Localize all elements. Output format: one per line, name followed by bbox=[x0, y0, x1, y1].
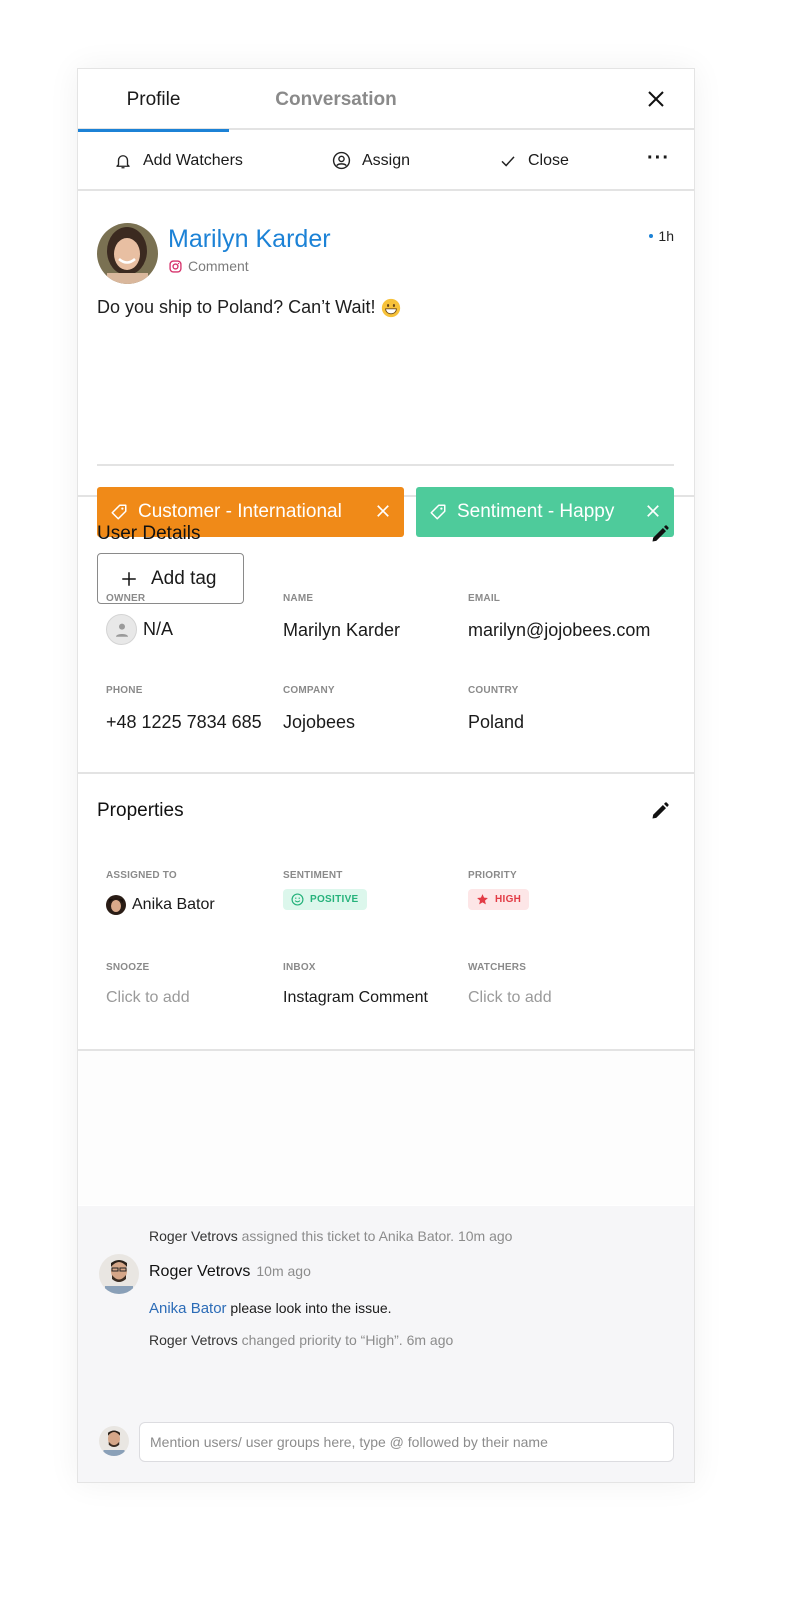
post-message: Do you ship to Poland? Can’t Wait! bbox=[97, 297, 401, 318]
field-label: PHONE bbox=[106, 685, 143, 696]
bell-icon bbox=[116, 154, 130, 168]
post-source: Comment bbox=[169, 258, 249, 274]
assignee-name: Anika Bator bbox=[132, 896, 215, 913]
priority-value[interactable]: HIGH bbox=[468, 889, 530, 910]
field-label: WATCHERS bbox=[468, 962, 527, 973]
smiley-icon bbox=[291, 893, 304, 906]
assigned-to-value[interactable]: Anika Bator bbox=[106, 895, 215, 915]
field-phone: PHONE +48 1225 7834 685 bbox=[106, 685, 262, 733]
watchers-value[interactable]: Click to add bbox=[468, 989, 552, 1007]
owner-value: N/A bbox=[143, 619, 174, 639]
field-owner: OWNER N/A bbox=[106, 593, 173, 645]
field-label: OWNER bbox=[106, 593, 146, 604]
field-priority: PRIORITY HIGH bbox=[468, 870, 530, 910]
field-inbox: INBOX Instagram Comment bbox=[283, 962, 428, 1007]
field-snooze: SNOOZE Click to add bbox=[106, 962, 190, 1007]
grinning-face-icon bbox=[382, 298, 401, 317]
field-name: NAME Marilyn Karder bbox=[283, 593, 400, 641]
tab-conversation[interactable]: Conversation bbox=[246, 69, 426, 130]
field-label: COMPANY bbox=[283, 685, 335, 696]
event-actor: Roger Vetrovs bbox=[149, 1228, 238, 1244]
assignee-avatar bbox=[106, 895, 126, 915]
person-icon bbox=[115, 623, 128, 637]
field-label: COUNTRY bbox=[468, 685, 519, 696]
user-circle-icon bbox=[332, 151, 351, 170]
field-label: SENTIMENT bbox=[283, 870, 343, 881]
mention-link[interactable]: Anika Bator bbox=[149, 1300, 227, 1317]
post-source-label: Comment bbox=[188, 258, 249, 274]
empty-space bbox=[78, 1051, 694, 1205]
pencil-icon[interactable] bbox=[650, 801, 670, 821]
more-options-button[interactable]: ··· bbox=[647, 128, 670, 189]
sentiment-value[interactable]: POSITIVE bbox=[283, 889, 367, 910]
star-icon bbox=[477, 894, 488, 905]
field-email: EMAIL marilyn@jojobees.com bbox=[468, 593, 650, 641]
unread-dot bbox=[649, 234, 654, 238]
inbox-value[interactable]: Instagram Comment bbox=[283, 989, 428, 1007]
priority-text: HIGH bbox=[495, 894, 522, 905]
event-text: changed priority to “High”. 6m ago bbox=[237, 1332, 454, 1348]
pencil-icon[interactable] bbox=[650, 524, 670, 544]
field-label: ASSIGNED TO bbox=[106, 870, 177, 881]
post-time: 1h bbox=[649, 228, 674, 244]
tab-bar: Profile Conversation bbox=[78, 69, 694, 132]
properties-section: Properties ASSIGNED TO Anika Bator SENTI… bbox=[78, 774, 694, 1051]
comment-time: 10m ago bbox=[256, 1263, 311, 1279]
comment-body: Anika Bator please look into the issue. bbox=[149, 1300, 392, 1317]
field-company: COMPANY Jojobees bbox=[283, 685, 355, 733]
phone-value[interactable]: +48 1225 7834 685 bbox=[106, 712, 262, 733]
field-sentiment: SENTIMENT POSITIVE bbox=[283, 870, 367, 910]
field-assigned-to: ASSIGNED TO Anika Bator bbox=[106, 870, 215, 915]
instagram-icon bbox=[169, 259, 182, 273]
field-country: COUNTRY Poland bbox=[468, 685, 524, 733]
owner-avatar-placeholder bbox=[106, 614, 137, 645]
customer-avatar bbox=[97, 223, 158, 284]
activity-event: Roger Vetrovs assigned this ticket to An… bbox=[149, 1228, 512, 1244]
post-time-label: 1h bbox=[658, 228, 674, 244]
priority-badge: HIGH bbox=[468, 889, 530, 910]
current-user-avatar bbox=[99, 1426, 129, 1456]
action-toolbar: Add Watchers Assign Close ··· bbox=[78, 130, 694, 191]
field-value[interactable]: N/A bbox=[106, 614, 173, 645]
customer-name[interactable]: Marilyn Karder bbox=[168, 225, 331, 254]
activity-event: Roger Vetrovs changed priority to “High”… bbox=[149, 1332, 453, 1348]
activity-feed: Roger Vetrovs assigned this ticket to An… bbox=[78, 1206, 694, 1482]
snooze-value[interactable]: Click to add bbox=[106, 989, 190, 1007]
tab-profile[interactable]: Profile bbox=[78, 69, 229, 132]
sentiment-text: POSITIVE bbox=[310, 894, 359, 905]
field-label: SNOOZE bbox=[106, 962, 150, 973]
post-divider bbox=[97, 464, 674, 466]
commenter-avatar bbox=[99, 1254, 139, 1294]
assign-label: Assign bbox=[362, 151, 411, 169]
field-label: NAME bbox=[283, 593, 314, 604]
post-section: Marilyn Karder Comment 1h Do you ship to… bbox=[78, 191, 694, 604]
section-title: Properties bbox=[97, 800, 184, 821]
ticket-profile-panel: Profile Conversation Add Watchers Assign… bbox=[77, 68, 695, 1483]
name-value[interactable]: Marilyn Karder bbox=[283, 620, 400, 641]
assign-button[interactable]: Assign bbox=[332, 130, 410, 191]
post-message-text: Do you ship to Poland? Can’t Wait! bbox=[97, 297, 376, 317]
event-text: assigned this ticket to Anika Bator. 10m… bbox=[237, 1228, 513, 1244]
field-watchers: WATCHERS Click to add bbox=[468, 962, 552, 1007]
sentiment-badge: POSITIVE bbox=[283, 889, 367, 910]
add-watchers-label: Add Watchers bbox=[143, 151, 243, 169]
field-label: INBOX bbox=[283, 962, 316, 973]
check-icon bbox=[501, 155, 515, 167]
company-value[interactable]: Jojobees bbox=[283, 712, 355, 733]
field-label: EMAIL bbox=[468, 593, 501, 604]
mention-comment-input[interactable] bbox=[139, 1422, 674, 1462]
close-icon[interactable] bbox=[644, 87, 668, 111]
field-label: PRIORITY bbox=[468, 870, 517, 881]
user-details-section: User Details OWNER N/A NAME Marilyn Kard… bbox=[78, 497, 694, 774]
country-value[interactable]: Poland bbox=[468, 712, 524, 733]
add-watchers-button[interactable]: Add Watchers bbox=[114, 130, 243, 191]
section-title: User Details bbox=[97, 523, 201, 544]
comment-header: Roger Vetrovs 10m ago bbox=[149, 1263, 311, 1281]
event-actor: Roger Vetrovs bbox=[149, 1332, 238, 1348]
close-label: Close bbox=[528, 151, 569, 169]
close-ticket-button[interactable]: Close bbox=[499, 130, 569, 191]
comment-text: please look into the issue. bbox=[226, 1300, 392, 1316]
comment-author: Roger Vetrovs bbox=[149, 1263, 251, 1280]
email-value[interactable]: marilyn@jojobees.com bbox=[468, 620, 650, 641]
